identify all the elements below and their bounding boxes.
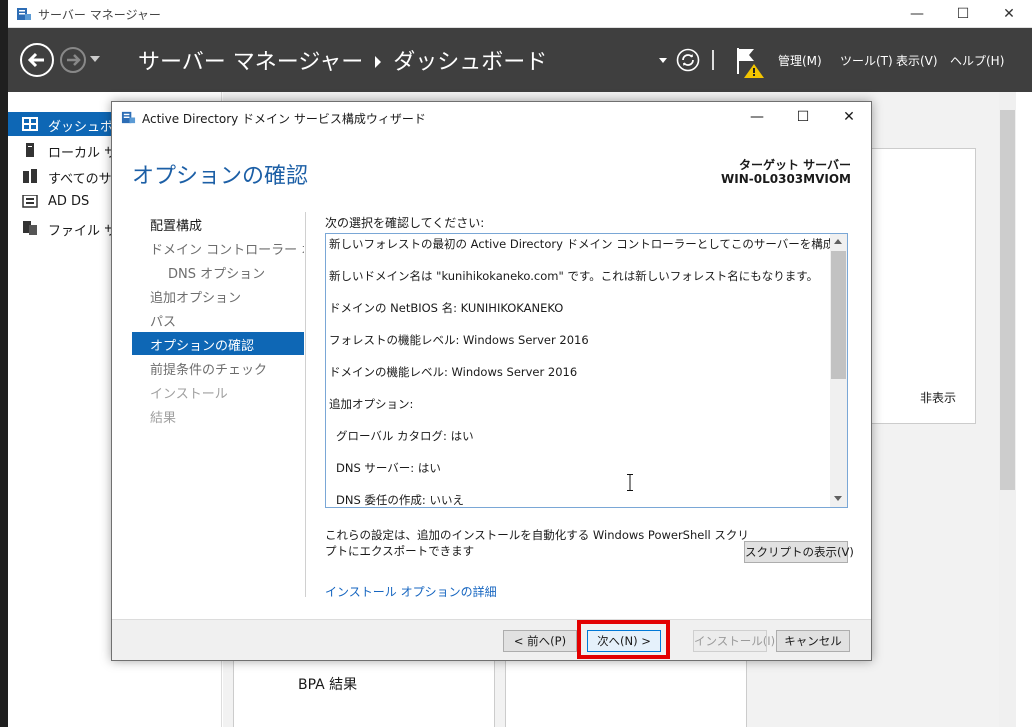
install-button: インストール(I) xyxy=(693,630,775,652)
menu-view[interactable]: 表示(V) xyxy=(896,52,938,69)
review-line: ドメインの機能レベル: Windows Server 2016 xyxy=(329,365,578,379)
scroll-up-icon[interactable] xyxy=(834,239,842,244)
wizard-step-label: オプションの確認 xyxy=(150,339,255,354)
wizard-step-label: インストール xyxy=(150,387,228,402)
wizard-step-installation: インストール xyxy=(132,380,304,403)
dashboard-tile-left xyxy=(233,660,495,727)
adds-configuration-wizard-dialog: Active Directory ドメイン サービス構成ウィザード — ☐ ✕ … xyxy=(111,101,872,661)
target-server-label: ターゲット サーバー xyxy=(738,158,851,172)
hide-link[interactable]: 非表示 xyxy=(920,389,956,406)
wizard-step-dc-options[interactable]: ドメイン コントローラー オプション xyxy=(132,236,304,259)
wizard-close-button[interactable]: ✕ xyxy=(826,102,872,132)
server-manager-title: サーバー マネージャー xyxy=(38,8,161,22)
cancel-button[interactable]: キャンセル xyxy=(776,630,850,652)
server-manager-app-icon xyxy=(17,8,31,20)
review-line: 新しいドメイン名は "kunihikokaneko.com" です。これは新しい… xyxy=(329,269,819,283)
server-manager-header: サーバー マネージャー ダッシュボード 管理(M) ツール(T) 表示(V) ヘル… xyxy=(8,28,1032,92)
review-line: DNS サーバー: はい xyxy=(336,461,441,475)
adds-icon xyxy=(22,195,38,208)
history-dropdown-button[interactable] xyxy=(90,56,100,62)
dashboard-tile-right xyxy=(505,660,747,727)
review-instructions: 次の選択を確認してください: xyxy=(325,216,485,230)
review-line: グローバル カタログ: はい xyxy=(336,429,474,443)
review-selections-textbox[interactable]: 新しいフォレストの最初の Active Directory ドメイン コントロー… xyxy=(325,233,848,508)
wizard-step-label: 前提条件のチェック xyxy=(150,363,268,378)
text-cursor-icon xyxy=(627,474,633,491)
wizard-step-label: パス xyxy=(150,315,177,330)
breadcrumb-item-server-manager: サーバー マネージャー xyxy=(138,50,364,75)
wizard-step-label: 配置構成 xyxy=(150,219,203,234)
wizard-step-results: 結果 xyxy=(132,404,304,427)
bpa-results-label[interactable]: BPA 結果 xyxy=(298,674,357,694)
review-line: DNS 委任の作成: いいえ xyxy=(336,493,464,507)
menu-help[interactable]: ヘルプ(H) xyxy=(950,52,1004,69)
maximize-button[interactable]: ☐ xyxy=(940,0,986,28)
wizard-nav-divider xyxy=(305,212,306,597)
notification-flag-warning-icon[interactable] xyxy=(732,44,768,80)
target-server-name: WIN-0L0303MVIOM xyxy=(721,172,851,186)
review-line: 新しいフォレストの最初の Active Directory ドメイン コントロー… xyxy=(329,237,848,251)
review-line: ドメインの NetBIOS 名: KUNIHIKOKANEKO xyxy=(329,301,564,315)
install-options-details-link[interactable]: インストール オプションの詳細 xyxy=(325,583,497,600)
wizard-app-icon xyxy=(121,111,136,124)
breadcrumb-item-dashboard: ダッシュボード xyxy=(393,50,548,75)
scroll-down-icon[interactable] xyxy=(834,496,842,501)
minimize-button[interactable]: — xyxy=(894,0,940,28)
breadcrumb: サーバー マネージャー ダッシュボード xyxy=(138,44,547,76)
wizard-step-review-options[interactable]: オプションの確認 xyxy=(132,332,304,355)
wizard-step-paths[interactable]: パス xyxy=(132,308,304,331)
wizard-title: Active Directory ドメイン サービス構成ウィザード xyxy=(142,112,426,126)
wizard-step-label: 結果 xyxy=(150,411,177,426)
wizard-page-heading: オプションの確認 xyxy=(132,164,309,189)
review-scrollbar-thumb[interactable] xyxy=(831,251,846,379)
server-manager-scrollbar-thumb[interactable] xyxy=(1000,110,1015,490)
close-button[interactable]: ✕ xyxy=(986,0,1032,28)
refresh-dropdown-button[interactable] xyxy=(659,58,667,63)
previous-button[interactable]: < 前へ(P) xyxy=(503,630,577,652)
wizard-step-label: 追加オプション xyxy=(150,291,242,306)
server-icon xyxy=(26,143,34,157)
sidebar-item-label: AD DS xyxy=(48,194,90,209)
review-line: フォレストの機能レベル: Windows Server 2016 xyxy=(329,333,589,347)
powershell-export-note: これらの設定は、追加のインストールを自動化する Windows PowerShe… xyxy=(325,528,749,558)
menu-manage[interactable]: 管理(M) xyxy=(778,52,822,69)
wizard-footer: < 前へ(P) 次へ(N) > インストール(I) キャンセル xyxy=(112,619,871,660)
back-button[interactable] xyxy=(20,43,54,77)
menu-tools[interactable]: ツール(T) xyxy=(840,52,893,69)
wizard-step-deployment[interactable]: 配置構成 xyxy=(132,212,304,235)
file-services-icon xyxy=(23,221,37,235)
wizard-titlebar: Active Directory ドメイン サービス構成ウィザード — ☐ ✕ xyxy=(112,102,871,132)
dashboard-welcome-panel xyxy=(868,148,976,424)
header-divider xyxy=(712,50,714,70)
refresh-icon[interactable] xyxy=(676,48,700,72)
wizard-step-additional-options[interactable]: 追加オプション xyxy=(132,284,304,307)
wizard-step-label: ドメイン コントローラー オプション xyxy=(150,243,304,258)
servers-icon xyxy=(23,169,37,183)
arrow-right-icon xyxy=(67,54,81,66)
review-line: 追加オプション: xyxy=(329,397,414,411)
server-manager-titlebar: サーバー マネージャー — ☐ ✕ xyxy=(8,0,1032,28)
view-script-button[interactable]: スクリプトの表示(V) xyxy=(744,541,854,563)
wizard-maximize-button[interactable]: ☐ xyxy=(780,102,826,132)
dashboard-icon xyxy=(22,117,38,131)
arrow-left-icon xyxy=(27,52,44,68)
wizard-minimize-button[interactable]: — xyxy=(734,102,780,132)
forward-button[interactable] xyxy=(60,47,86,73)
wizard-step-label: DNS オプション xyxy=(168,267,266,282)
next-button[interactable]: 次へ(N) > xyxy=(587,630,661,652)
wizard-step-dns-options[interactable]: DNS オプション xyxy=(132,260,304,283)
wizard-step-prerequisites[interactable]: 前提条件のチェック xyxy=(132,356,304,379)
breadcrumb-separator-icon xyxy=(375,55,382,68)
review-scrollbar[interactable] xyxy=(830,234,847,507)
